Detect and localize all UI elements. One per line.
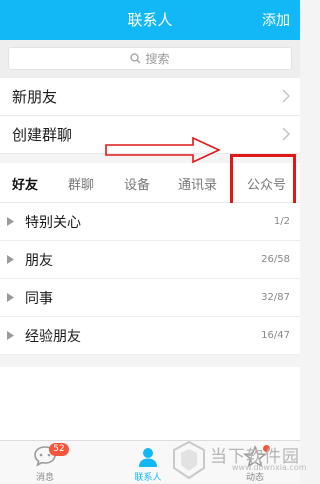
- nav-contacts[interactable]: 联系人: [118, 441, 178, 484]
- page-title: 联系人: [127, 11, 173, 29]
- group-count: 16/47: [261, 330, 290, 341]
- group-name: 朋友: [25, 253, 53, 269]
- person-icon: [139, 448, 157, 467]
- group-count: 32/87: [261, 292, 290, 303]
- group-row[interactable]: 经验朋友 16/47: [0, 317, 300, 355]
- group-name: 特别关心: [25, 215, 81, 231]
- group-row[interactable]: 朋友 26/58: [0, 241, 300, 279]
- create-group-chat-label: 创建群聊: [12, 126, 73, 144]
- watermark-url: www.downxia.com: [232, 463, 307, 472]
- list-empty-area: [0, 367, 300, 440]
- tab-group-chats[interactable]: 群聊: [68, 174, 94, 193]
- unread-badge: 52: [49, 443, 69, 456]
- new-friends-label: 新朋友: [12, 88, 58, 106]
- nav-messages[interactable]: 52 消息: [15, 441, 75, 484]
- group-name: 经验朋友: [25, 329, 81, 345]
- new-friends-row[interactable]: 新朋友: [0, 78, 300, 116]
- top-bar: 联系人 添加: [0, 0, 300, 40]
- group-name: 同事: [25, 291, 53, 307]
- search-placeholder: 搜索: [145, 52, 170, 66]
- expand-triangle-icon: [7, 331, 14, 340]
- annotation-highlight-box: [230, 154, 296, 209]
- nav-contacts-label: 联系人: [134, 473, 162, 483]
- annotation-arrow: [105, 136, 221, 164]
- tab-address-book[interactable]: 通讯录: [178, 174, 217, 193]
- search-icon: [130, 53, 141, 64]
- tab-devices[interactable]: 设备: [124, 174, 150, 193]
- group-count: 1/2: [273, 216, 290, 227]
- expand-triangle-icon: [7, 293, 14, 302]
- expand-triangle-icon: [7, 217, 14, 226]
- search-input[interactable]: 搜索: [8, 47, 292, 70]
- chevron-right-icon: [282, 89, 290, 103]
- expand-triangle-icon: [7, 255, 14, 264]
- group-row[interactable]: 同事 32/87: [0, 279, 300, 317]
- search-area: 搜索: [0, 40, 300, 78]
- group-row[interactable]: 特别关心 1/2: [0, 203, 300, 241]
- add-button[interactable]: 添加: [262, 10, 290, 30]
- group-count: 26/58: [261, 254, 290, 265]
- nav-messages-label: 消息: [35, 473, 54, 483]
- tab-friends[interactable]: 好友: [12, 174, 38, 193]
- watermark-logo-icon: [173, 440, 205, 480]
- chevron-right-icon: [282, 127, 290, 141]
- site-watermark: 当下软件园 www.downxia.com: [170, 438, 307, 483]
